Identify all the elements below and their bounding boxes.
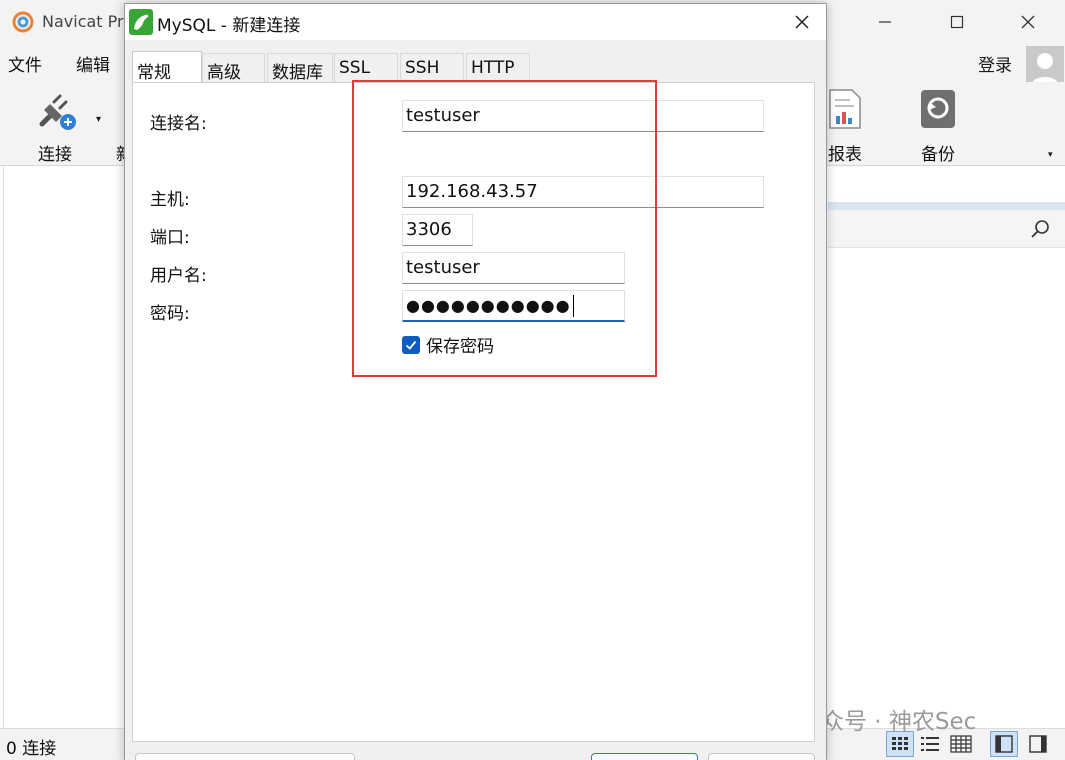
login-button[interactable]: 登录: [978, 51, 1012, 76]
connect-tool-label: 连接: [38, 145, 72, 165]
checkbox-checked-icon[interactable]: [402, 335, 420, 354]
host-input[interactable]: 192.168.43.57: [402, 176, 764, 208]
close-icon: [1021, 15, 1035, 29]
tab-advanced[interactable]: 高级: [202, 53, 265, 83]
tab-database[interactable]: 数据库: [267, 53, 333, 83]
search-icon[interactable]: [1030, 218, 1052, 240]
mysql-dolphin-icon: [129, 9, 153, 35]
navigation-pane: [0, 166, 4, 728]
cancel-button[interactable]: [708, 753, 815, 760]
close-icon: [795, 15, 809, 29]
new-tool-button[interactable]: 新: [84, 84, 124, 164]
right-pane-toggle-button[interactable]: [1024, 731, 1052, 757]
password-masked-value: ●●●●●●●●●●●: [406, 296, 571, 315]
maximize-button[interactable]: [937, 8, 977, 36]
grid-view-icon: [892, 737, 908, 750]
save-password-label: 保存密码: [426, 337, 494, 357]
port-label: 端口:: [150, 228, 190, 248]
password-label: 密码:: [150, 304, 190, 324]
minimize-button[interactable]: [865, 8, 905, 36]
left-pane-icon: [995, 735, 1013, 753]
connection-count-status: 0 连接: [6, 739, 57, 759]
port-input[interactable]: 3306: [402, 214, 473, 246]
tab-http[interactable]: HTTP: [466, 53, 530, 83]
connection-name-label: 连接名:: [150, 114, 207, 134]
minimize-icon: [879, 21, 891, 23]
dialog-title: MySQL - 新建连接: [157, 16, 301, 36]
new-tool-label: 新: [116, 140, 124, 164]
menu-file[interactable]: 文件: [8, 51, 42, 76]
backup-icon: [921, 90, 955, 128]
object-pane-tabstrip: [828, 202, 1065, 210]
new-connection-dialog: MySQL - 新建连接 常规 高级 数据库 SSL SSH HTTP 连接名:…: [124, 3, 827, 760]
backup-tool-label: 备份: [921, 145, 955, 165]
test-connection-button[interactable]: [135, 753, 355, 760]
right-pane-icon: [1029, 735, 1047, 753]
object-pane-header: [828, 166, 1065, 204]
password-input[interactable]: ●●●●●●●●●●●: [402, 290, 625, 322]
toolbar-overflow-icon[interactable]: ▾: [1048, 150, 1053, 160]
tab-ssl[interactable]: SSL: [334, 53, 398, 83]
host-label: 主机:: [150, 190, 190, 210]
backup-tool-button[interactable]: 备份: [903, 84, 973, 165]
left-pane-toggle-button[interactable]: [990, 731, 1018, 757]
username-input[interactable]: testuser: [402, 252, 625, 284]
navicat-logo-icon: [12, 11, 34, 33]
plug-add-icon: [39, 94, 76, 130]
main-close-button[interactable]: [1008, 8, 1048, 36]
text-caret: [572, 295, 574, 317]
save-password-checkbox[interactable]: 保存密码: [402, 332, 494, 357]
connect-tool-button[interactable]: 连接: [20, 84, 90, 165]
report-icon: [829, 89, 861, 129]
connection-name-input[interactable]: testuser: [402, 100, 764, 132]
ok-button[interactable]: [591, 753, 698, 760]
list-view-icon: [921, 737, 939, 751]
tab-ssh[interactable]: SSH: [400, 53, 464, 83]
detail-view-icon: [950, 735, 972, 753]
general-settings-panel: 连接名: testuser 主机: 192.168.43.57 端口: 3306…: [132, 82, 815, 742]
tab-general[interactable]: 常规: [132, 51, 202, 83]
menu-edit[interactable]: 编辑: [76, 51, 110, 76]
username-label: 用户名:: [150, 266, 207, 286]
dialog-close-button[interactable]: [787, 8, 817, 36]
maximize-icon: [950, 15, 964, 29]
main-window-title: Navicat Pr: [42, 12, 124, 31]
